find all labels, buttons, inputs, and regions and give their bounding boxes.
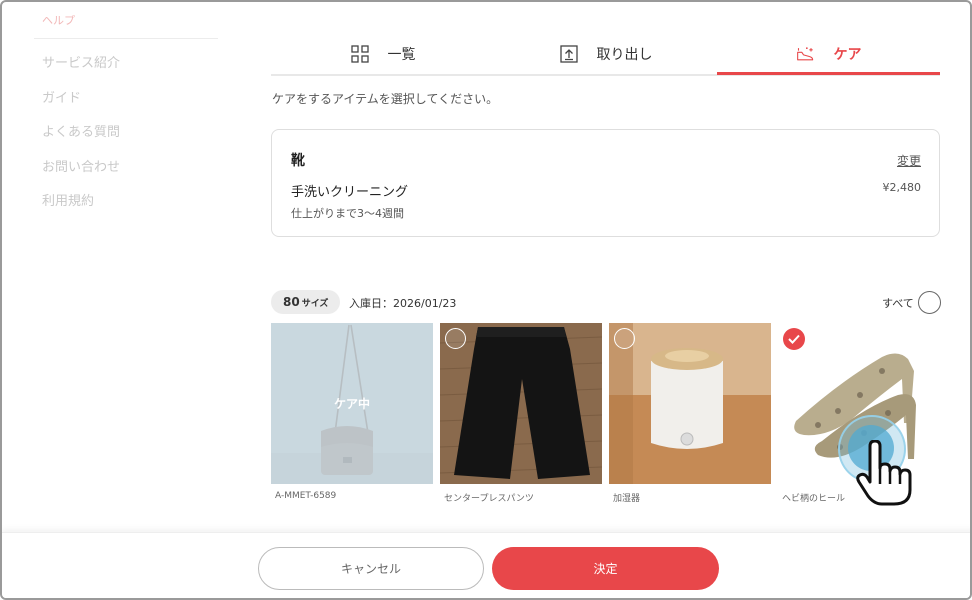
- instruction-text: ケアをするアイテムを選択してください。: [272, 92, 499, 106]
- in-care-overlay: ケア中: [271, 323, 433, 484]
- sidebar: ヘルプ サービス紹介 ガイド よくある質問 お問い合わせ 利用規約: [34, 2, 218, 220]
- item-photo-bag: ケア中: [271, 323, 433, 484]
- item-label: センタープレスパンツ: [444, 494, 534, 504]
- box-size-value: 80: [283, 295, 300, 309]
- tab-take-out-label: 取り出し: [596, 47, 653, 63]
- sidebar-item-terms[interactable]: 利用規約: [34, 185, 218, 220]
- box-size-badge: 80 サイズ: [271, 290, 341, 314]
- take-out-icon: [559, 44, 579, 64]
- item-label: A-MMET-6589: [275, 491, 337, 501]
- service-price: ¥2,480: [882, 181, 922, 194]
- sidebar-item-faq[interactable]: よくある質問: [34, 116, 218, 151]
- tab-bar: 一覧 取り出し ケア: [271, 32, 940, 76]
- tab-care[interactable]: ケア: [717, 32, 940, 76]
- sidebar-item-contact[interactable]: お問い合わせ: [34, 151, 218, 186]
- item-select-checkbox[interactable]: [445, 328, 466, 349]
- box-size-unit: サイズ: [301, 298, 329, 309]
- in-care-label: ケア中: [333, 397, 370, 411]
- sidebar-help-heading: ヘルプ: [34, 2, 218, 39]
- cancel-button[interactable]: キャンセル: [258, 547, 484, 590]
- item-photo-humidifier: [609, 323, 771, 484]
- grid-icon: [350, 44, 370, 64]
- service-name: 手洗いクリーニング: [291, 185, 409, 200]
- item-photo-pants: [440, 323, 602, 484]
- item-card[interactable]: 加湿器: [609, 323, 771, 504]
- item-card[interactable]: センタープレスパンツ: [440, 323, 602, 504]
- sidebar-item-guide[interactable]: ガイド: [34, 82, 218, 117]
- shoe-care-icon: [796, 44, 816, 64]
- app-frame: ヘルプ サービス紹介 ガイド よくある質問 お問い合わせ 利用規約 一覧 取り出…: [0, 0, 972, 600]
- tab-take-out[interactable]: 取り出し: [494, 32, 717, 76]
- active-tab-indicator: [717, 72, 940, 75]
- stored-date: 入庫日：2026/01/23: [349, 297, 457, 310]
- sidebar-items: サービス紹介 ガイド よくある質問 お問い合わせ 利用規約: [34, 39, 218, 220]
- check-icon: [788, 334, 800, 344]
- care-service-card: 靴 変更 手洗いクリーニング ¥2,480 仕上がりまで3〜4週間: [271, 129, 940, 237]
- item-select-checkbox[interactable]: [614, 328, 635, 349]
- service-eta: 仕上がりまで3〜4週間: [291, 207, 404, 220]
- select-all-checkbox[interactable]: [918, 291, 941, 314]
- change-link[interactable]: 変更: [897, 152, 921, 169]
- tab-list[interactable]: 一覧: [271, 32, 494, 76]
- hand-pointer-icon: [856, 440, 912, 506]
- item-card[interactable]: ケア中 A-MMET-6589: [271, 323, 433, 501]
- item-category: 靴: [291, 153, 305, 169]
- tab-list-label: 一覧: [387, 47, 416, 63]
- item-select-checkbox-checked[interactable]: [783, 328, 805, 350]
- select-all-label: すべて: [882, 297, 914, 310]
- footer-bar: [2, 532, 970, 598]
- confirm-button[interactable]: 決定: [492, 547, 719, 590]
- sidebar-item-service-intro[interactable]: サービス紹介: [34, 47, 218, 82]
- tab-care-label: ケア: [833, 47, 862, 63]
- item-label: 加湿器: [613, 494, 641, 504]
